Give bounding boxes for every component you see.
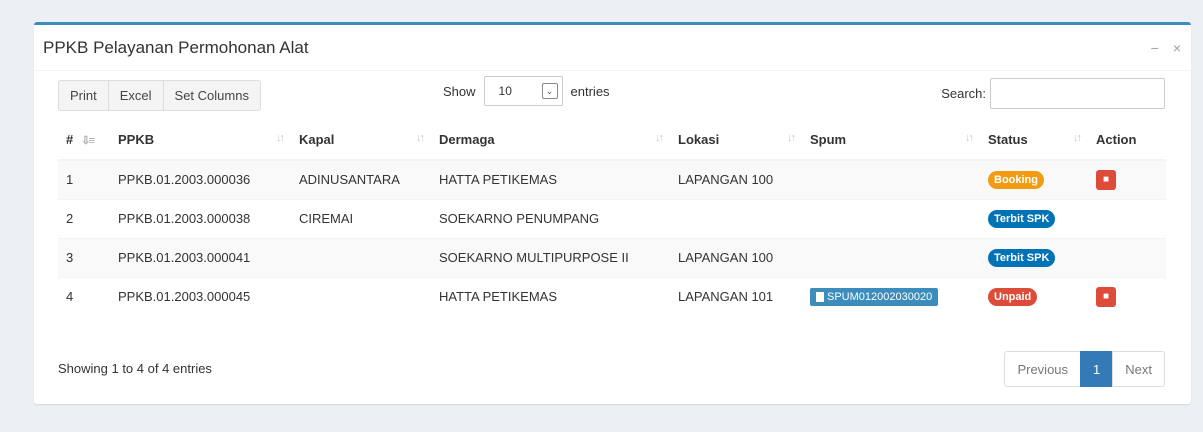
data-table: # ⇩≡ PPKB ↓↑ Kapal ↓↑ Dermaga ↓↑ Lokasi ↓↑ Sp…	[58, 120, 1166, 316]
column-header-status[interactable]: Status ↓↑	[980, 120, 1088, 161]
box-tools: − ×	[1151, 40, 1181, 56]
sort-icon: ↓↑	[787, 132, 796, 144]
cell-dermaga: HATTA PETIKEMAS	[431, 159, 670, 199]
search-input[interactable]	[990, 78, 1165, 109]
export-buttons: Print Excel Set Columns	[58, 80, 261, 111]
sort-icon: ↓↑	[1073, 132, 1082, 144]
cell-status: Terbit SPK	[980, 237, 1088, 277]
table-row: 3 PPKB.01.2003.000041 SOEKARNO MULTIPURP…	[58, 237, 1166, 277]
chevron-down-icon: ⌄	[541, 83, 558, 99]
file-icon	[816, 291, 824, 302]
sort-icon: ↓↑	[965, 132, 974, 144]
column-header-dermaga[interactable]: Dermaga ↓↑	[431, 120, 670, 161]
column-header-no[interactable]: # ⇩≡	[58, 120, 110, 161]
show-label: Show	[443, 83, 476, 99]
table-row: 2 PPKB.01.2003.000038 CIREMAI SOEKARNO P…	[58, 198, 1166, 238]
search-label: Search:	[941, 86, 986, 101]
page-title: PPKB Pelayanan Permohonan Alat	[43, 37, 309, 57]
cell-lokasi: LAPANGAN 100	[670, 159, 802, 199]
status-badge: Booking	[988, 170, 1044, 189]
cell-no: 2	[58, 198, 110, 238]
cell-spum	[802, 159, 980, 199]
table-header-row: # ⇩≡ PPKB ↓↑ Kapal ↓↑ Dermaga ↓↑ Lokasi ↓↑ Sp…	[58, 120, 1166, 161]
cell-spum	[802, 237, 980, 277]
trash-icon[interactable]: ■	[1096, 286, 1116, 307]
cell-ppkb: PPKB.01.2003.000036	[110, 159, 291, 199]
status-badge: Terbit SPK	[988, 209, 1056, 228]
cell-spum: SPUM012002030020	[802, 276, 980, 316]
cell-status: Unpaid	[980, 276, 1088, 316]
panel-header: PPKB Pelayanan Permohonan Alat − ×	[34, 25, 1191, 71]
previous-button[interactable]: Previous	[1004, 351, 1082, 387]
cell-no: 3	[58, 237, 110, 277]
cell-action	[1088, 198, 1166, 238]
print-button[interactable]: Print	[58, 80, 109, 111]
minimize-icon[interactable]: −	[1151, 40, 1159, 56]
table-controls: Print Excel Set Columns Show 10 ⌄ entrie…	[58, 74, 1165, 111]
table-row: 4 PPKB.01.2003.000045 HATTA PETIKEMAS LA…	[58, 276, 1166, 316]
length-control: Show 10 ⌄ entries	[443, 76, 610, 106]
cell-status: Booking	[980, 159, 1088, 199]
cell-dermaga: HATTA PETIKEMAS	[431, 276, 670, 316]
cell-action	[1088, 237, 1166, 277]
column-header-kapal[interactable]: Kapal ↓↑	[291, 120, 431, 161]
cell-lokasi: LAPANGAN 101	[670, 276, 802, 316]
column-header-ppkb[interactable]: PPKB ↓↑	[110, 120, 291, 161]
table-row: 1 PPKB.01.2003.000036 ADINUSANTARA HATTA…	[58, 159, 1166, 199]
sort-icon: ↓↑	[276, 132, 285, 144]
entries-select-value: 10	[498, 84, 512, 98]
cell-lokasi	[670, 198, 802, 238]
column-header-lokasi[interactable]: Lokasi ↓↑	[670, 120, 802, 161]
excel-button[interactable]: Excel	[107, 80, 164, 111]
sort-icon: ↓↑	[655, 132, 664, 144]
cell-kapal: CIREMAI	[291, 198, 431, 238]
cell-action: ■	[1088, 276, 1166, 316]
cell-dermaga: SOEKARNO MULTIPURPOSE II	[431, 237, 670, 277]
sort-icon: ⇩≡	[81, 135, 95, 147]
cell-spum	[802, 198, 980, 238]
column-header-action: Action	[1088, 120, 1166, 161]
set-columns-button[interactable]: Set Columns	[162, 80, 261, 111]
entries-select[interactable]: 10 ⌄	[483, 76, 563, 106]
cell-status: Terbit SPK	[980, 198, 1088, 238]
cell-ppkb: PPKB.01.2003.000038	[110, 198, 291, 238]
cell-kapal	[291, 237, 431, 277]
cell-action: ■	[1088, 159, 1166, 199]
cell-dermaga: SOEKARNO PENUMPANG	[431, 198, 670, 238]
cell-ppkb: PPKB.01.2003.000045	[110, 276, 291, 316]
cell-no: 1	[58, 159, 110, 199]
page-1-button[interactable]: 1	[1080, 351, 1114, 387]
spum-link[interactable]: SPUM012002030020	[810, 287, 939, 306]
cell-lokasi: LAPANGAN 100	[670, 237, 802, 277]
table-info: Showing 1 to 4 of 4 entries	[58, 361, 212, 376]
pagination: Previous 1 Next	[1004, 351, 1165, 387]
next-button[interactable]: Next	[1112, 351, 1165, 387]
status-badge: Unpaid	[988, 287, 1038, 306]
trash-icon[interactable]: ■	[1096, 169, 1116, 190]
cell-kapal	[291, 276, 431, 316]
cell-kapal: ADINUSANTARA	[291, 159, 431, 199]
cell-ppkb: PPKB.01.2003.000041	[110, 237, 291, 277]
cell-no: 4	[58, 276, 110, 316]
search-control: Search:	[941, 78, 1165, 109]
close-icon[interactable]: ×	[1173, 40, 1181, 56]
entries-label: entries	[570, 83, 610, 99]
status-badge: Terbit SPK	[988, 248, 1056, 267]
column-header-spum[interactable]: Spum ↓↑	[802, 120, 980, 161]
sort-icon: ↓↑	[416, 132, 425, 144]
